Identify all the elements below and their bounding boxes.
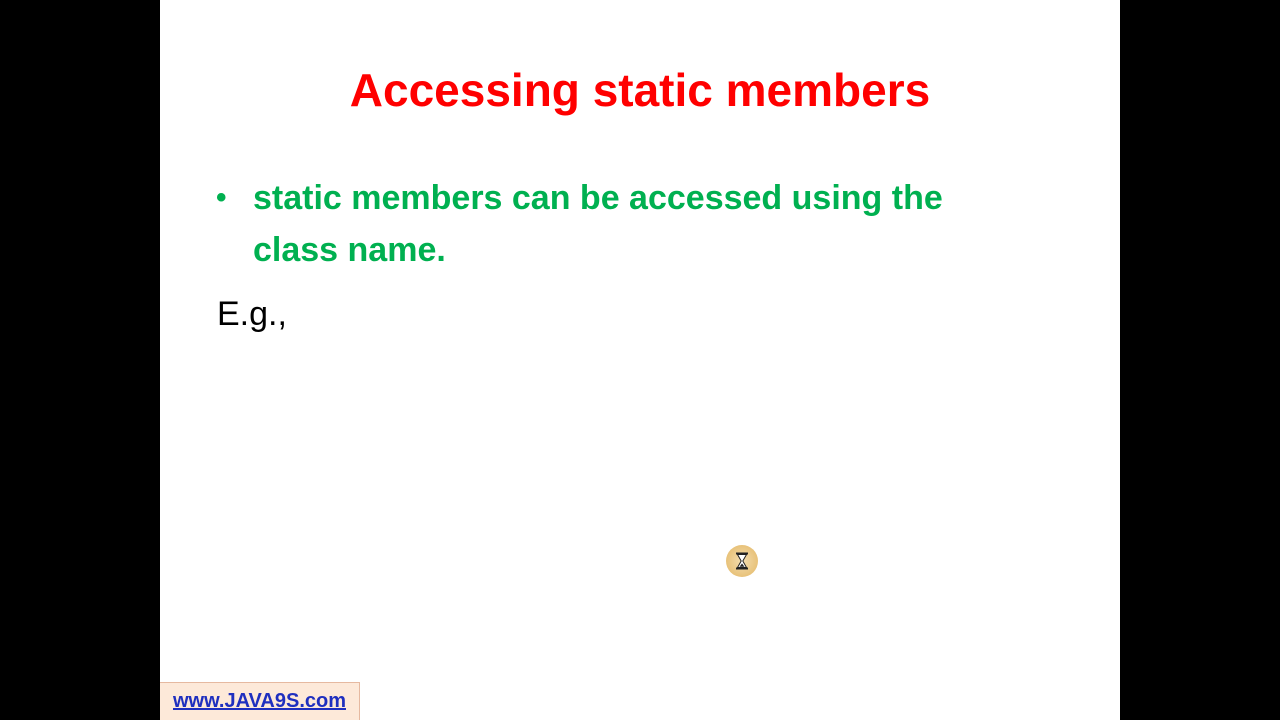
hourglass-icon [726,545,758,577]
video-frame: Accessing static members • static member… [0,0,1280,720]
hourglass-glyph [736,552,748,570]
bullet-list: • static members can be accessed using t… [216,172,1016,276]
slide-title: Accessing static members [349,64,931,116]
watermark-box: www.JAVA9S.com [160,682,360,720]
slide: Accessing static members • static member… [160,0,1120,720]
bullet-dot-icon: • [216,181,227,214]
watermark-link[interactable]: www.JAVA9S.com [173,690,346,713]
example-label: E.g., [217,295,287,333]
bullet-text: static members can be accessed using the… [253,179,943,269]
bullet-item: • static members can be accessed using t… [216,172,1016,276]
